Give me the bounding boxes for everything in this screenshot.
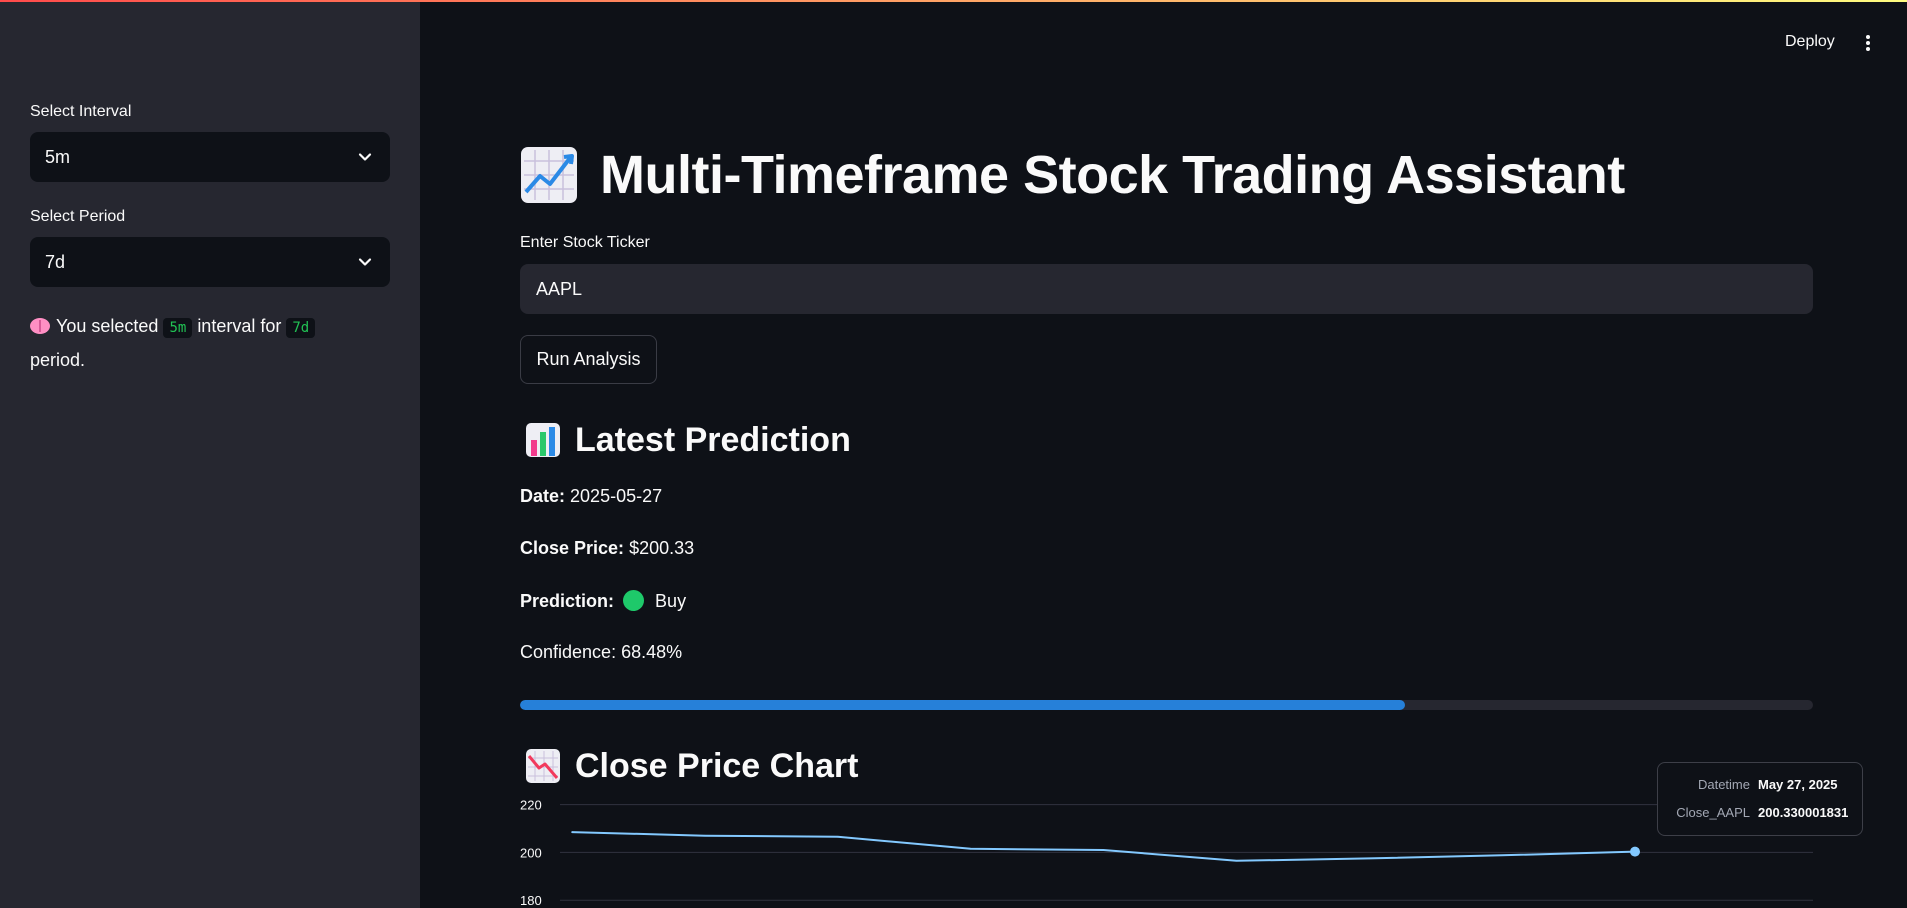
close-price-chart[interactable]: 180 200 220 (510, 795, 1820, 908)
interval-label: Select Interval (30, 103, 132, 120)
chevron-down-icon (358, 258, 372, 266)
y-tick-label: 180 (520, 893, 542, 908)
confidence-text: Confidence: 68.48% (520, 642, 683, 662)
interval-select-value: 5m (45, 146, 71, 167)
close-price-label: Close Price: (520, 538, 625, 558)
info-suffix: period. (30, 350, 86, 370)
period-label: Select Period (30, 208, 126, 225)
brain-icon (30, 318, 50, 334)
tooltip-datetime-label: Datetime (1697, 777, 1750, 792)
green-circle-icon (623, 590, 645, 611)
close-price-line (571, 831, 1636, 862)
more-options-icon[interactable] (1864, 33, 1872, 53)
hovered-point[interactable] (1630, 846, 1640, 857)
data-point[interactable] (571, 831, 573, 833)
close-price-field: Close Price: $200.33 (520, 538, 694, 559)
run-analysis-button[interactable]: Run Analysis (520, 335, 657, 384)
ticker-label: Enter Stock Ticker (520, 234, 650, 251)
data-point[interactable] (1368, 857, 1371, 860)
info-middle: interval for (197, 316, 282, 336)
confidence-progress-bar (520, 700, 1813, 710)
ticker-input[interactable] (520, 264, 1813, 314)
close-price-value: $200.33 (629, 538, 695, 558)
period-select[interactable]: 7d (30, 237, 390, 287)
data-point[interactable] (1235, 859, 1238, 862)
prediction-label: Prediction: (520, 591, 615, 611)
interval-select[interactable]: 5m (30, 132, 390, 182)
page-title-text: Multi-Timeframe Stock Trading Assistant (600, 145, 1625, 205)
page-title: Multi-Timeframe Stock Trading Assistant (520, 140, 1625, 210)
prediction-heading: Latest Prediction (525, 418, 851, 462)
info-prefix: You selected (56, 316, 159, 336)
selection-info: You selected 5m interval for 7d period. (30, 310, 360, 376)
y-tick-label: 200 (520, 845, 542, 860)
prediction-field: Prediction: Buy (520, 590, 686, 612)
tooltip-datetime-value: May 27, 2025 (1758, 777, 1838, 792)
chart-decreasing-icon (526, 749, 560, 783)
data-point[interactable] (836, 836, 839, 838)
tooltip-series-value: 200.330001831 (1758, 805, 1849, 820)
sidebar: Select Interval 5m Select Period 7d You … (0, 0, 420, 908)
info-period-code: 7d (286, 318, 316, 338)
deploy-button[interactable]: Deploy (1785, 33, 1835, 51)
date-field: Date: 2025-05-27 (520, 486, 662, 507)
data-point[interactable] (704, 834, 706, 837)
prediction-value: Buy (655, 591, 687, 611)
chart-heading: Close Price Chart (525, 744, 858, 788)
bar-chart-icon (526, 423, 560, 457)
y-tick-label: 220 (520, 798, 542, 813)
data-point[interactable] (1102, 849, 1105, 851)
prediction-heading-text: Latest Prediction (575, 420, 851, 459)
chart-increasing-icon (521, 147, 577, 203)
data-point[interactable] (969, 848, 972, 850)
chart-heading-text: Close Price Chart (575, 746, 859, 785)
tooltip-series-label: Close_AAPL (1676, 805, 1750, 820)
date-value: 2025-05-27 (570, 486, 663, 506)
data-point[interactable] (1501, 854, 1503, 857)
period-select-value: 7d (45, 251, 66, 272)
chart-tooltip: Datetime May 27, 2025 Close_AAPL 200.330… (1657, 762, 1863, 836)
date-label: Date: (520, 486, 566, 506)
top-accent-line (0, 0, 1907, 2)
chevron-down-icon (358, 153, 372, 161)
confidence-progress-fill (520, 700, 1406, 710)
info-interval-code: 5m (163, 318, 193, 338)
